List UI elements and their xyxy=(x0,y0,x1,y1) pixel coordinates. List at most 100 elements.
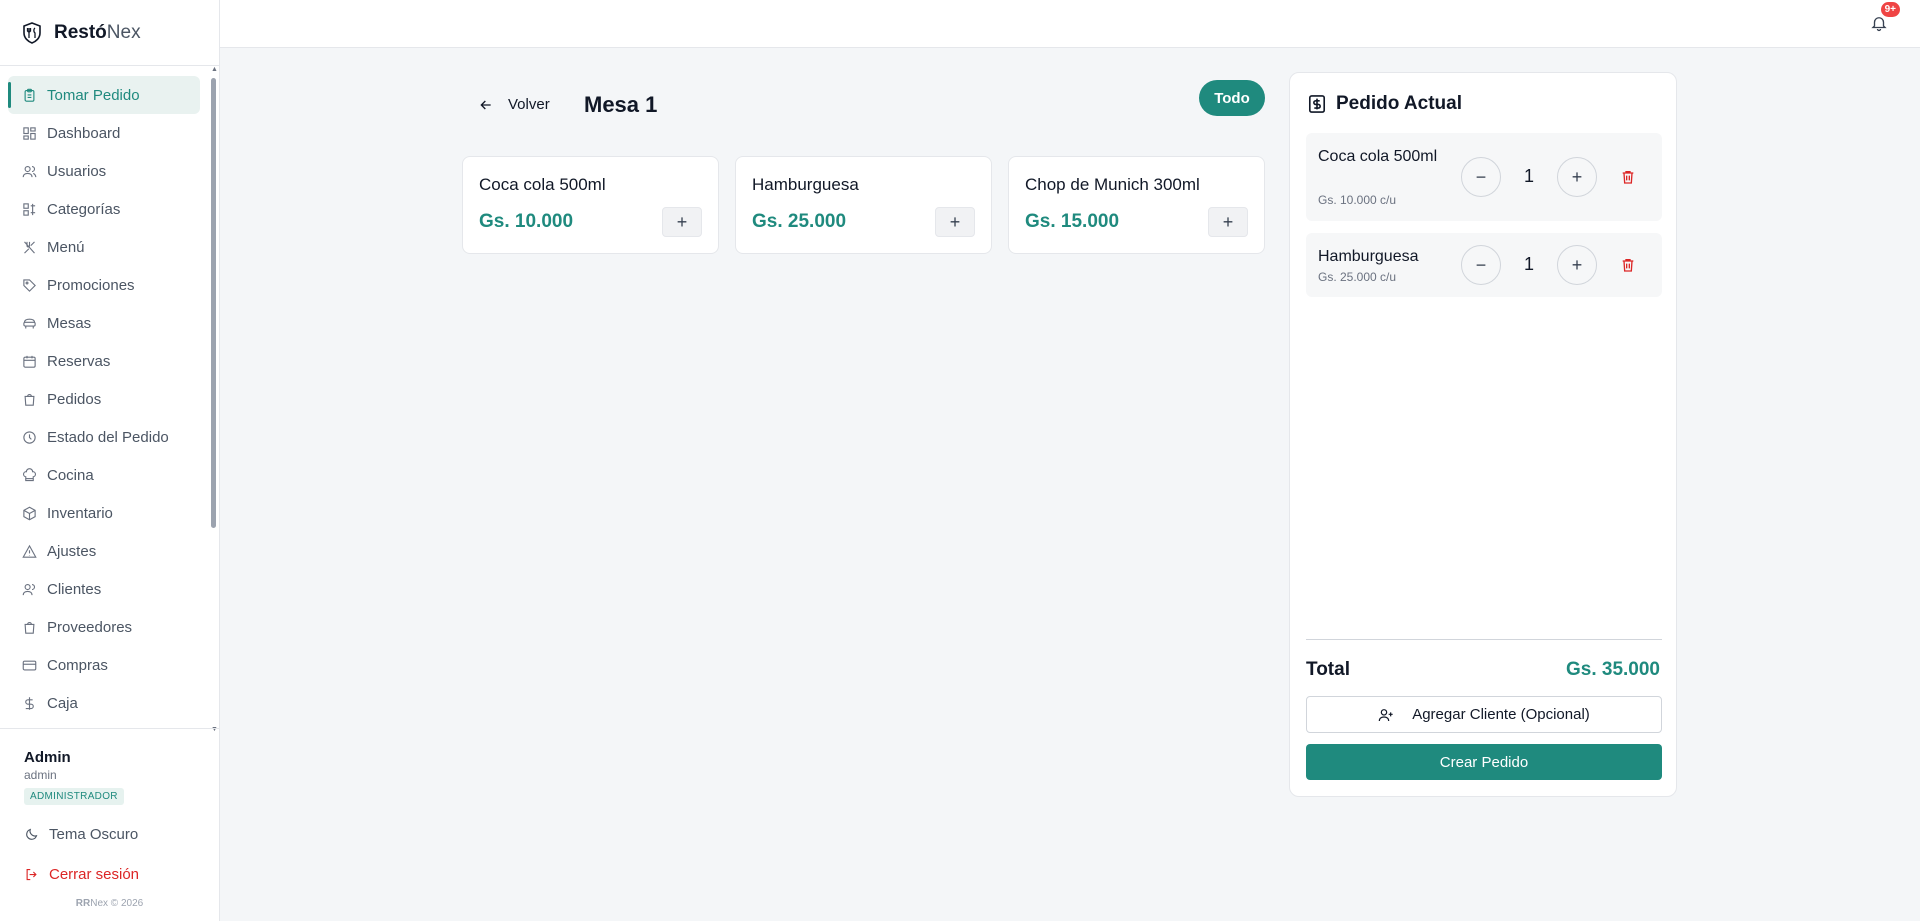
qty-value: 1 xyxy=(1523,254,1534,274)
plus-icon: + xyxy=(1571,166,1583,187)
role-badge: ADMINISTRADOR xyxy=(24,788,124,805)
increase-qty-button[interactable]: + xyxy=(1557,245,1597,285)
filter-chip-todo[interactable]: Todo xyxy=(1199,80,1265,116)
sidebar-item-label: Proveedores xyxy=(47,618,133,636)
sidebar-item-label: Categorías xyxy=(47,200,121,218)
sidebar-item-label: Caja xyxy=(47,694,78,712)
sidebar-item-clientes[interactable]: Clientes xyxy=(8,570,200,608)
sidebar-item-label: Estado del Pedido xyxy=(47,428,169,446)
product-name: Hamburguesa xyxy=(752,175,859,194)
logout-button[interactable]: Cerrar sesión xyxy=(24,866,139,883)
add-client-label: Agregar Cliente (Opcional) xyxy=(1412,706,1590,723)
chef-hat-icon xyxy=(23,467,36,481)
sidebar-item-tomar-pedido[interactable]: Tomar Pedido xyxy=(8,76,200,114)
trash-icon xyxy=(1622,171,1634,184)
add-product-button[interactable]: + xyxy=(662,207,702,237)
sidebar-item-label: Compras xyxy=(47,656,108,674)
order-item-name: Hamburguesa xyxy=(1318,248,1419,265)
total-label: Total xyxy=(1306,659,1350,680)
sidebar-item-promociones[interactable]: Promociones xyxy=(8,266,200,304)
sidebar-item-categorias[interactable]: Categorías xyxy=(8,190,200,228)
supplier-icon xyxy=(24,621,35,634)
bell-icon xyxy=(1871,17,1887,32)
sidebar-item-label: Promociones xyxy=(47,276,135,294)
total-value: Gs. 35.000 xyxy=(1565,659,1660,680)
divider xyxy=(1306,639,1662,640)
order-item-name: Coca cola 500ml xyxy=(1318,148,1438,165)
add-product-button[interactable]: + xyxy=(1208,207,1248,237)
card-icon xyxy=(22,660,37,670)
product-card[interactable]: Chop de Munich 300ml Gs. 15.000 + xyxy=(1008,156,1265,254)
panel-header: Pedido Actual xyxy=(1308,93,1462,115)
order-item: Hamburguesa Gs. 25.000 c/u − 1 + xyxy=(1306,233,1662,297)
box-icon xyxy=(23,506,36,520)
sidebar-item-dashboard[interactable]: Dashboard xyxy=(8,114,200,152)
sidebar-item-proveedores[interactable]: Proveedores xyxy=(8,608,200,646)
sidebar-item-menu[interactable]: Menú xyxy=(8,228,200,266)
product-price: Gs. 25.000 xyxy=(752,211,847,232)
order-item: Coca cola 500ml Gs. 10.000 c/u − 1 + xyxy=(1306,133,1662,221)
sidebar-item-inventario[interactable]: Inventario xyxy=(8,494,200,532)
order-item-unit-price: Gs. 10.000 c/u xyxy=(1318,193,1397,207)
product-card[interactable]: Coca cola 500ml Gs. 10.000 + xyxy=(462,156,719,254)
notification-count-badge: 9+ xyxy=(1880,2,1900,17)
plus-icon: + xyxy=(949,211,961,232)
sidebar-item-label: Usuarios xyxy=(47,162,107,180)
brand[interactable]: RestóNex xyxy=(0,0,219,66)
sidebar-item-usuarios[interactable]: Usuarios xyxy=(8,152,200,190)
sidebar-item-label: Mesas xyxy=(47,314,92,332)
scroll-thumb[interactable] xyxy=(211,78,216,528)
sidebar-item-label: Inventario xyxy=(47,504,113,522)
sidebar-item-mesas[interactable]: Mesas xyxy=(8,304,200,342)
sidebar-item-caja[interactable]: Caja xyxy=(8,684,200,722)
notifications-button[interactable]: 9+ xyxy=(1870,2,1900,34)
increase-qty-button[interactable]: + xyxy=(1557,157,1597,197)
sidebar-item-label: Tomar Pedido xyxy=(47,86,140,104)
dollar-icon xyxy=(25,696,34,710)
qty-value: 1 xyxy=(1523,166,1534,186)
add-product-button[interactable]: + xyxy=(935,207,975,237)
create-order-button[interactable]: Crear Pedido xyxy=(1306,744,1662,780)
product-name: Coca cola 500ml xyxy=(479,175,606,194)
add-client-button[interactable]: Agregar Cliente (Opcional) xyxy=(1306,696,1662,733)
sidebar-nav: Tomar Pedido Dashboard Usuarios Categorí… xyxy=(0,76,210,726)
sidebar-item-label: Dashboard xyxy=(47,124,121,142)
theme-toggle-button[interactable]: Tema Oscuro xyxy=(24,826,138,843)
back-button[interactable]: Volver xyxy=(478,96,550,113)
minus-icon: − xyxy=(1475,254,1487,275)
scroll-up-icon[interactable]: ▲ xyxy=(211,66,218,73)
remove-item-button[interactable] xyxy=(1620,169,1636,185)
product-price: Gs. 10.000 xyxy=(479,211,574,232)
user-name: Admin xyxy=(24,749,71,766)
sidebar-item-estado-del-pedido[interactable]: Estado del Pedido xyxy=(8,418,200,456)
users-icon xyxy=(22,165,37,177)
sidebar-item-label: Ajustes xyxy=(47,542,97,560)
logout-label: Cerrar sesión xyxy=(49,866,140,883)
tag-icon xyxy=(23,278,36,292)
sidebar-scrollbar[interactable]: ▲ ▼ xyxy=(211,66,218,733)
user-handle: admin xyxy=(24,768,57,782)
page-title: Mesa 1 xyxy=(584,92,658,117)
remove-item-button[interactable] xyxy=(1620,257,1636,273)
product-card[interactable]: Hamburguesa Gs. 25.000 + xyxy=(735,156,992,254)
logo-icon xyxy=(23,21,41,44)
decrease-qty-button[interactable]: − xyxy=(1461,157,1501,197)
copyright: RRNex © 2026 xyxy=(75,898,144,909)
sidebar-item-label: Reservas xyxy=(47,352,111,370)
product-price: Gs. 15.000 xyxy=(1025,211,1120,232)
arrow-left-icon xyxy=(480,100,491,109)
dashboard-icon xyxy=(23,126,36,140)
sidebar-item-label: Menú xyxy=(47,238,85,256)
decrease-qty-button[interactable]: − xyxy=(1461,245,1501,285)
sidebar-item-compras[interactable]: Compras xyxy=(8,646,200,684)
sidebar-item-pedidos[interactable]: Pedidos xyxy=(8,380,200,418)
sidebar-item-ajustes[interactable]: Ajustes xyxy=(8,532,200,570)
sidebar-item-cocina[interactable]: Cocina xyxy=(8,456,200,494)
bag-icon xyxy=(24,393,35,406)
sidebar: RestóNex Tomar Pedido Dashboard Usuarios… xyxy=(0,0,220,921)
clipboard-icon xyxy=(24,88,35,102)
table-icon xyxy=(23,318,36,328)
theme-toggle-label: Tema Oscuro xyxy=(49,826,139,843)
plus-icon: + xyxy=(676,211,688,232)
sidebar-item-reservas[interactable]: Reservas xyxy=(8,342,200,380)
